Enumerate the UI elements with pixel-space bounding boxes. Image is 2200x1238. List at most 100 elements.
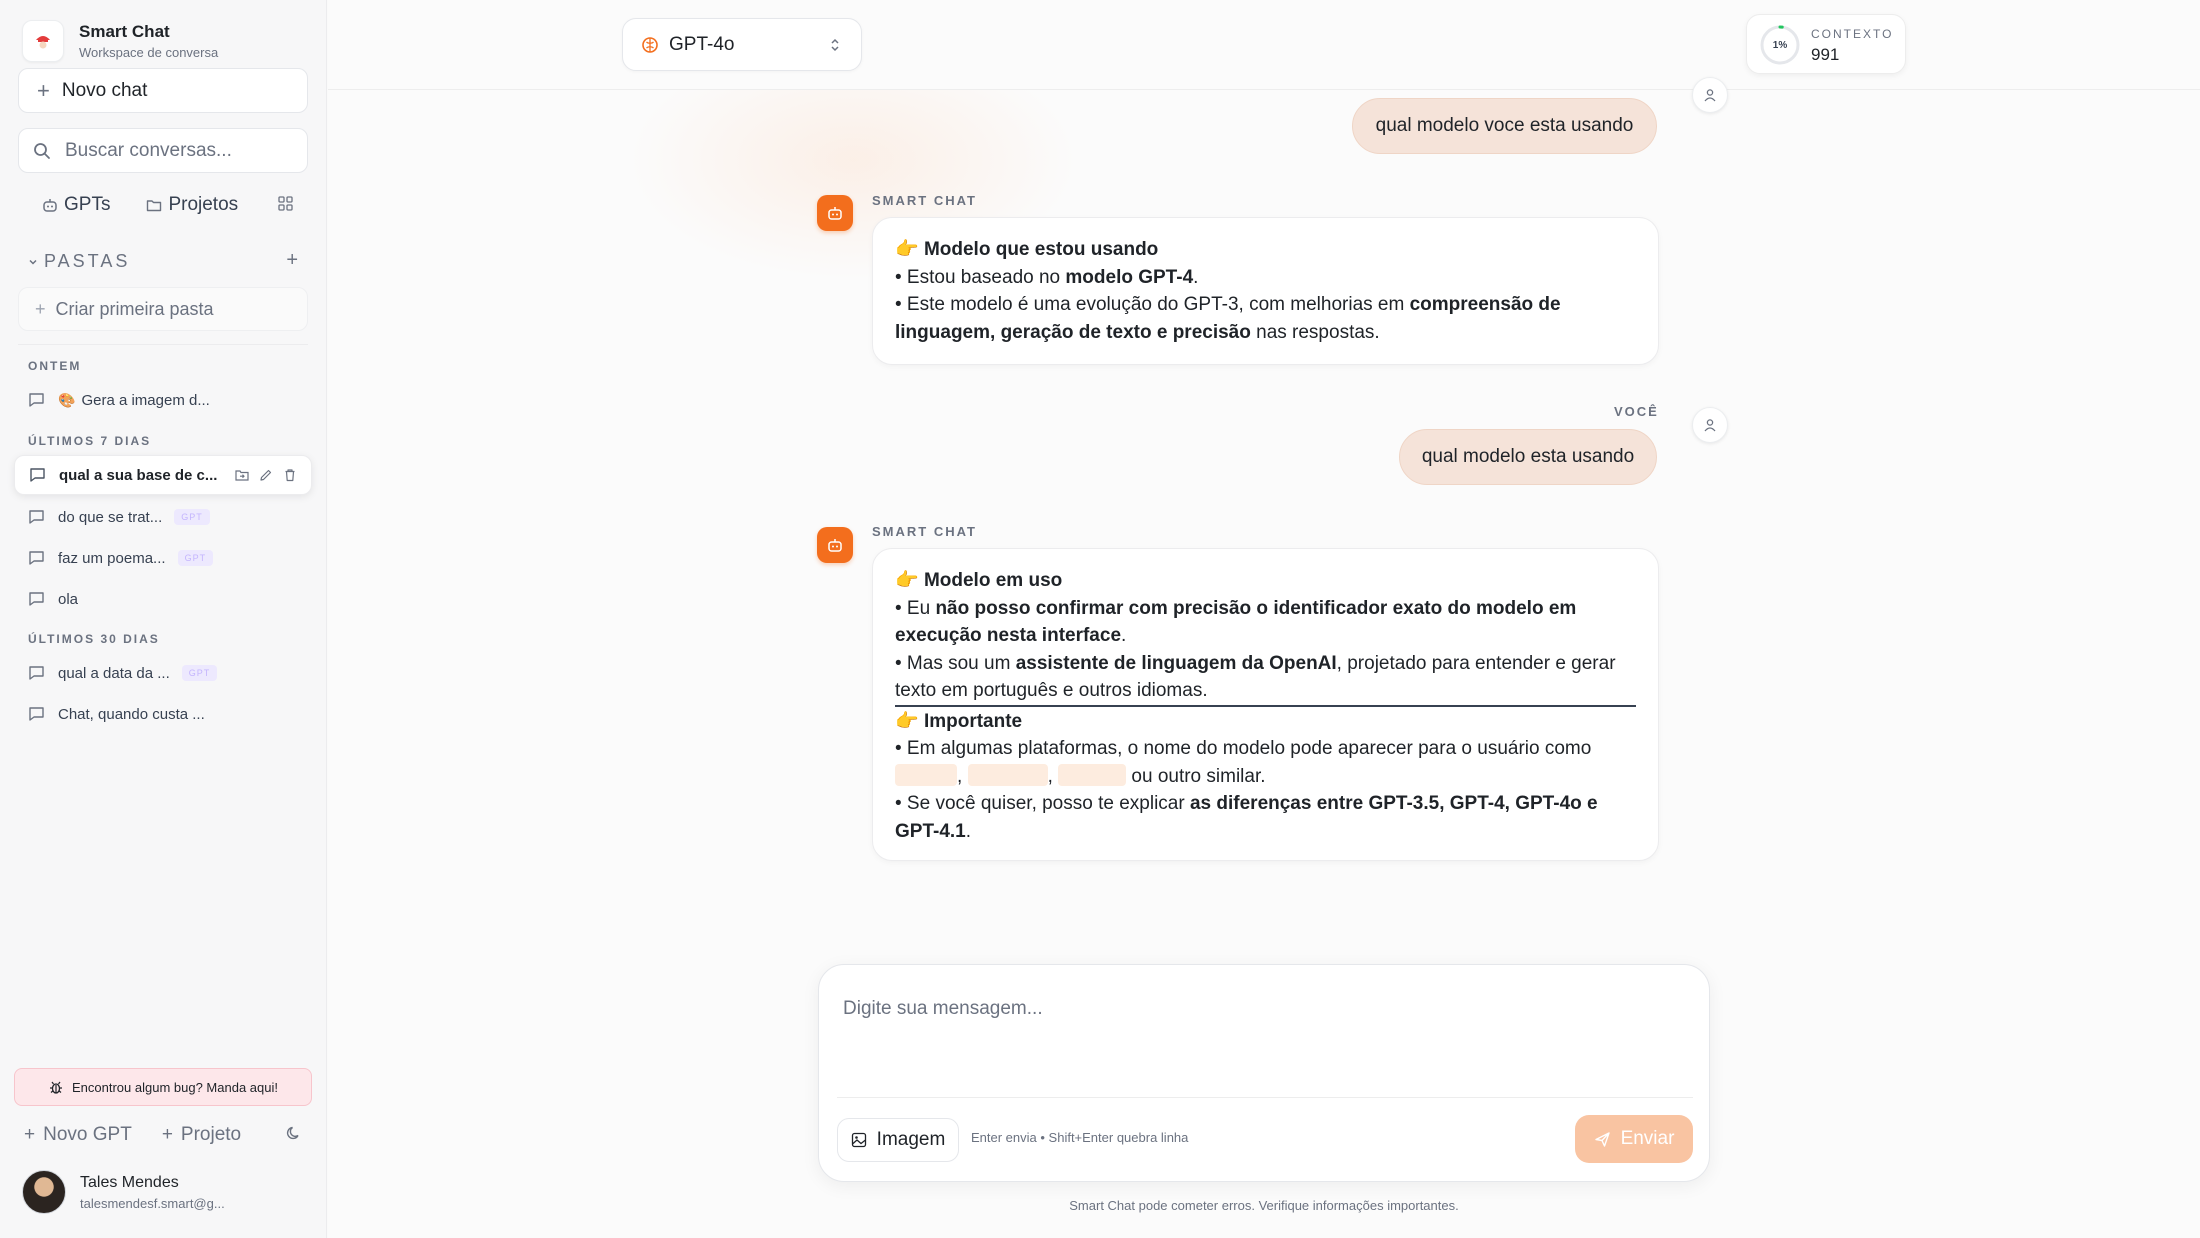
- bot-text: ,: [1047, 765, 1053, 787]
- user-profile[interactable]: Tales Mendes talesmendesf.smart@g...: [22, 1170, 225, 1214]
- conversation-item[interactable]: qual a data da ... GPT: [14, 653, 312, 693]
- chat-bubble-icon: [29, 393, 44, 407]
- user-email: talesmendesf.smart@g...: [80, 1195, 225, 1211]
- gpt-badge: GPT: [177, 550, 214, 566]
- conversation-item[interactable]: 🎨 Gera a imagem d...: [14, 380, 312, 420]
- new-project-button[interactable]: + Projeto: [162, 1124, 241, 1146]
- nav-gpts[interactable]: GPTs: [42, 194, 110, 216]
- avatar: [22, 1170, 66, 1214]
- nav-gpts-label: GPTs: [64, 194, 111, 215]
- message-input[interactable]: [841, 989, 1681, 1029]
- search-box[interactable]: Buscar conversas...: [18, 128, 308, 173]
- conversation-item[interactable]: Chat, quando custa ...: [14, 694, 312, 734]
- bot-text: • Em algumas plataformas, o nome do mode…: [895, 738, 1592, 759]
- inline-code-chip: [895, 763, 957, 786]
- sidebar-bottom-actions: + Novo GPT + Projeto: [24, 1122, 304, 1148]
- user-message: qual modelo voce esta usando: [1352, 98, 1657, 154]
- bot-avatar-icon: [817, 527, 853, 563]
- conversation-item-active[interactable]: qual a sua base de c...: [14, 455, 312, 495]
- bug-icon: [50, 1081, 62, 1094]
- bot-text: • Este modelo é uma evolução do GPT-3, c…: [895, 294, 1410, 315]
- new-project-label: Projeto: [180, 1124, 242, 1145]
- brand-title: Smart Chat: [79, 22, 170, 41]
- add-folder-button[interactable]: +: [286, 249, 298, 272]
- plus-icon: +: [35, 298, 46, 319]
- keyboard-hint: Enter envia • Shift+Enter quebra linha: [971, 1130, 1189, 1145]
- new-chat-button[interactable]: + Novo chat: [18, 68, 308, 113]
- model-selector[interactable]: GPT-4o: [622, 18, 862, 71]
- pointing-emoji: 👉: [895, 239, 919, 260]
- conversation-title: Gera a imagem d...: [81, 391, 210, 409]
- search-input[interactable]: Buscar conversas...: [65, 140, 232, 162]
- new-gpt-button[interactable]: + Novo GPT: [24, 1124, 132, 1146]
- gpt-badge: GPT: [174, 509, 210, 525]
- model-name: GPT-4o: [669, 33, 735, 55]
- conversation-item[interactable]: do que se trat... GPT: [14, 497, 312, 537]
- chevron-down-icon: [29, 259, 37, 265]
- nav-projects[interactable]: Projetos: [146, 194, 238, 216]
- brand-logo-icon: [22, 20, 64, 62]
- chat-main: GPT-4o 1% CONTEXTO 991 qual modelo voce …: [328, 0, 2200, 1238]
- folders-header[interactable]: PASTAS +: [28, 249, 298, 272]
- bot-text: • Se você quiser, posso te explicar: [895, 793, 1190, 814]
- conversation-title: ola: [58, 590, 79, 608]
- bot-heading: Modelo em uso: [923, 570, 1063, 591]
- user-sender-label: VOCÊ: [1614, 404, 1659, 419]
- brain-icon: [642, 36, 658, 53]
- conversation-title: faz um poema...: [58, 549, 166, 567]
- moon-icon[interactable]: [286, 1125, 302, 1141]
- bot-icon: [43, 199, 57, 212]
- inline-code-chip: [1058, 763, 1127, 786]
- conversation-title: qual a sua base de c...: [59, 466, 218, 484]
- chat-bubble-icon: [29, 551, 44, 565]
- gpt-badge: GPT: [181, 665, 218, 681]
- bot-text: texto em português e outros idiomas.: [895, 680, 1208, 701]
- pointing-emoji: 👉: [895, 570, 919, 591]
- send-button-label: Enviar: [1620, 1128, 1675, 1149]
- bug-report-button[interactable]: Encontrou algum bug? Manda aqui!: [14, 1068, 312, 1106]
- move-to-folder-icon[interactable]: [235, 468, 249, 482]
- bot-text-bold: linguagem, geração de texto e precisão: [895, 321, 1251, 343]
- edit-icon[interactable]: [259, 468, 273, 482]
- disclaimer: Smart Chat pode cometer erros. Verifique…: [1069, 1198, 1459, 1213]
- sidebar-nav: GPTs Projetos: [42, 192, 302, 218]
- bug-report-label: Encontrou algum bug? Manda aqui!: [72, 1079, 278, 1095]
- grid-view-button[interactable]: [278, 196, 293, 211]
- bot-text: • Mas sou um: [895, 652, 1016, 674]
- bot-text-bold: modelo GPT-4: [1065, 266, 1194, 288]
- brand[interactable]: Smart Chat Workspace de conversa: [22, 20, 218, 62]
- conversation-item[interactable]: ola: [14, 579, 312, 619]
- folders-title: PASTAS: [44, 251, 131, 271]
- bot-text: ou outro similar.: [1126, 765, 1266, 787]
- bot-text: .: [1121, 625, 1127, 646]
- chat-bubble-icon: [29, 666, 44, 680]
- group-label-30-dias: ÚLTIMOS 30 DIAS: [28, 632, 160, 646]
- brand-subtitle: Workspace de conversa: [79, 45, 219, 60]
- bot-avatar-icon: [817, 195, 853, 231]
- user-message: qual modelo esta usando: [1399, 429, 1657, 485]
- trash-icon[interactable]: [283, 468, 297, 482]
- create-folder-button[interactable]: + Criar primeira pasta: [18, 287, 308, 331]
- image-icon: [851, 1132, 866, 1148]
- inline-code-chip: [967, 763, 1048, 786]
- context-percent: 1%: [1772, 39, 1788, 51]
- bot-text: • Eu: [895, 597, 936, 619]
- new-chat-label: Novo chat: [61, 79, 148, 101]
- context-label: CONTEXTO: [1811, 27, 1894, 41]
- image-upload-button[interactable]: Imagem: [837, 1118, 959, 1162]
- new-gpt-label: Novo GPT: [43, 1124, 132, 1145]
- sidebar: Smart Chat Workspace de conversa + Novo …: [0, 0, 327, 1238]
- conversation-title: do que se trat...: [58, 508, 163, 526]
- folder-icon: [147, 200, 162, 212]
- bot-text: ,: [957, 765, 963, 787]
- message-composer: Imagem Enter envia • Shift+Enter quebra …: [818, 964, 1710, 1182]
- bot-text: • Estou baseado no: [895, 266, 1066, 288]
- topbar: GPT-4o 1% CONTEXTO 991: [328, 0, 2200, 90]
- group-label-ontem: ONTEM: [28, 359, 82, 373]
- chat-bubble-icon: [30, 468, 45, 482]
- conversation-item[interactable]: faz um poema... GPT: [14, 538, 312, 578]
- context-usage[interactable]: 1% CONTEXTO 991: [1746, 14, 1906, 74]
- send-button[interactable]: Enviar: [1575, 1115, 1693, 1163]
- bot-text-bold: execução nesta interface: [895, 625, 1122, 646]
- bot-heading: Modelo que estou usando: [923, 239, 1159, 260]
